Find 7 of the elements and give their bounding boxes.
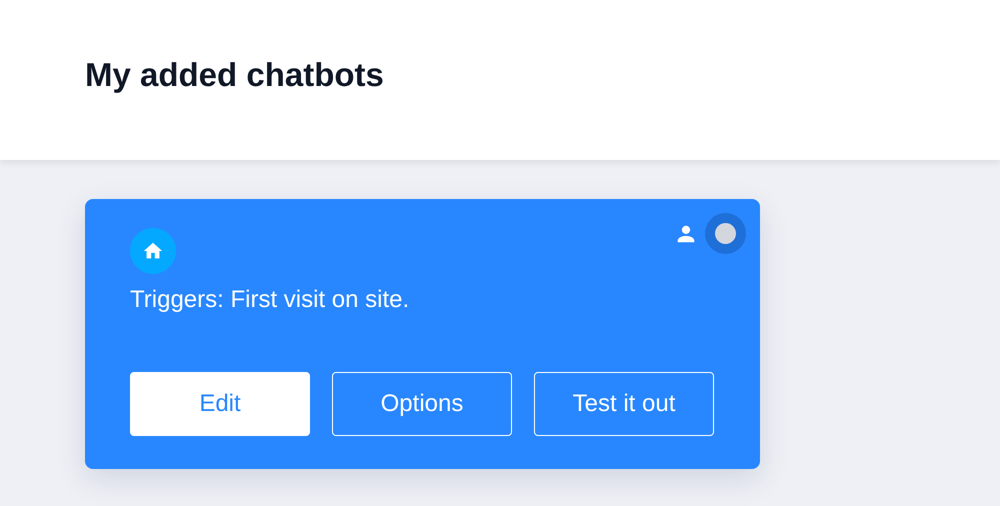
page-title: My added chatbots — [85, 56, 384, 94]
trigger-text: Triggers: First visit on site. — [130, 286, 410, 314]
edit-button[interactable]: Edit — [130, 372, 310, 436]
home-icon — [130, 228, 176, 274]
outline-button[interactable]: Options — [332, 372, 512, 436]
toggle-switch[interactable] — [705, 213, 746, 254]
outline-button[interactable]: Test it out — [534, 372, 714, 436]
